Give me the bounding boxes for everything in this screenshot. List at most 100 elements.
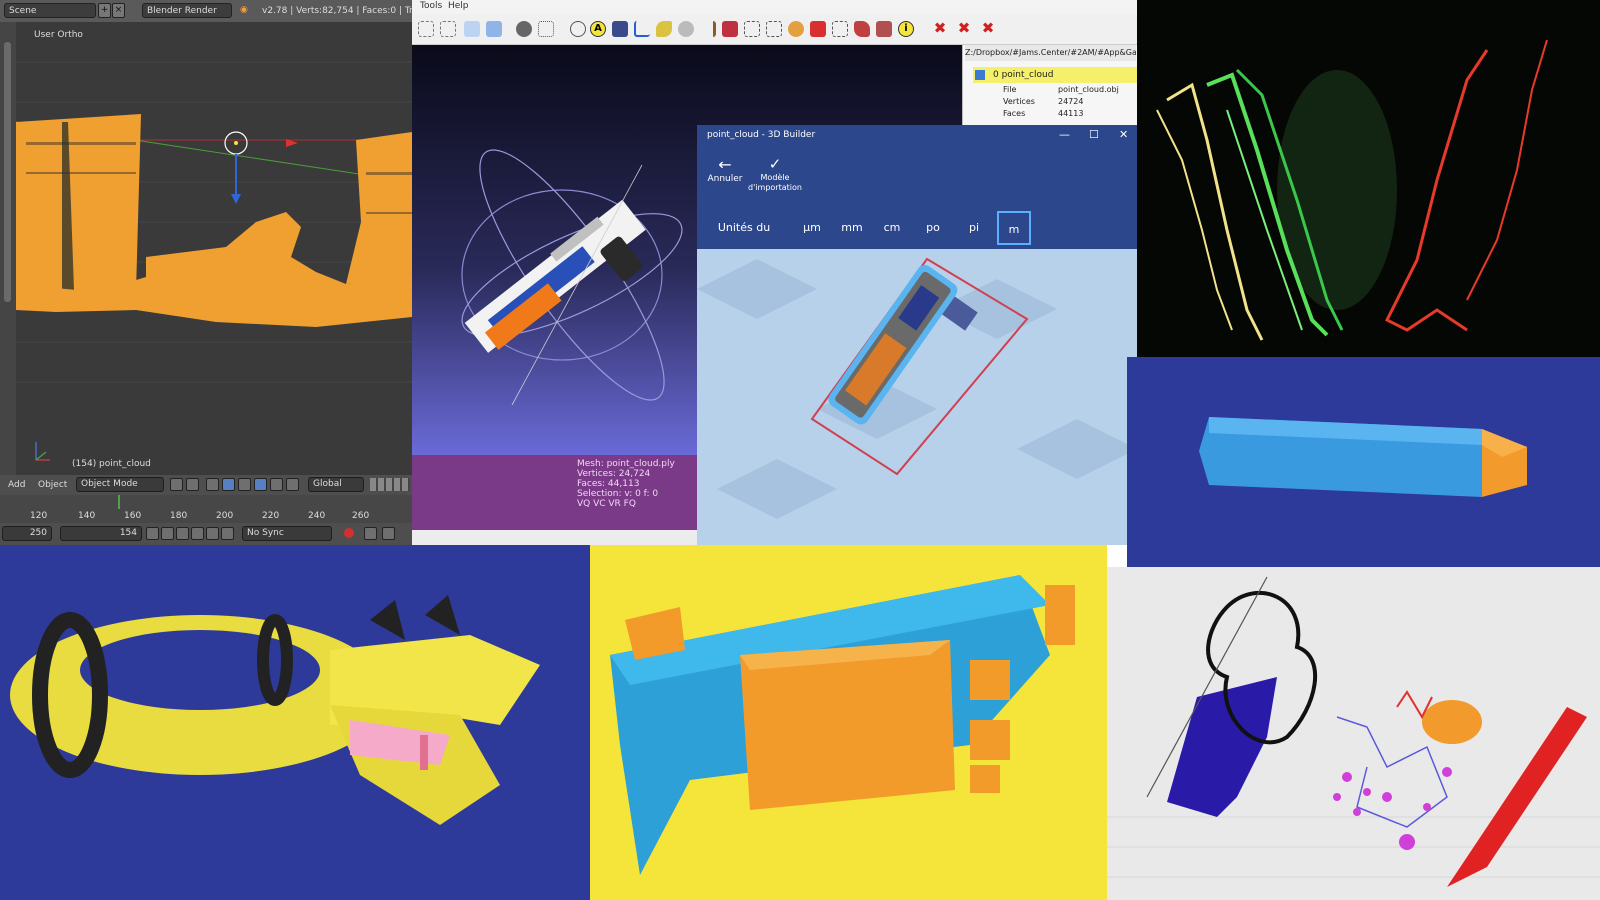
info-value: 24724 xyxy=(1058,97,1084,106)
layer-grid[interactable] xyxy=(370,478,410,491)
jump-start-icon[interactable] xyxy=(146,527,159,540)
sphere-icon[interactable] xyxy=(678,21,694,37)
unit-option-po[interactable]: po xyxy=(916,211,950,245)
play-icon[interactable] xyxy=(191,527,204,540)
vr-sketch xyxy=(1107,576,1600,887)
object-menu[interactable]: Object xyxy=(38,480,67,490)
annotation-icon[interactable]: A xyxy=(590,21,606,37)
delete-all-icon[interactable]: ✖ xyxy=(980,21,996,37)
add-menu[interactable]: Add xyxy=(8,480,25,490)
unit-option-pi[interactable]: pi xyxy=(957,211,991,245)
select-vertices-icon[interactable] xyxy=(440,21,456,37)
remove-scene-icon[interactable]: × xyxy=(112,3,125,18)
next-key-icon[interactable] xyxy=(206,527,219,540)
light-painting-photo xyxy=(1137,0,1600,357)
delete-vertices-icon[interactable]: ✖ xyxy=(956,21,972,37)
end-frame-field[interactable]: 250 xyxy=(2,526,52,541)
texture-icon[interactable] xyxy=(612,21,628,37)
minimize-icon[interactable]: — xyxy=(1059,128,1070,141)
pivot-icon[interactable] xyxy=(186,478,199,491)
status-line: Selection: v: 0 f: 0 xyxy=(577,489,659,499)
measure-icon[interactable] xyxy=(634,21,650,37)
tools-menu[interactable]: Tools xyxy=(420,1,442,11)
ruler-label: 120 xyxy=(30,511,48,521)
add-scene-icon[interactable]: + xyxy=(98,3,111,18)
colorize-icon[interactable] xyxy=(722,21,738,37)
trackball-icon[interactable] xyxy=(570,21,586,37)
blender-logo-icon: ◉ xyxy=(240,5,248,15)
scene-field[interactable]: Scene xyxy=(4,3,96,18)
segment-icon[interactable] xyxy=(876,21,892,37)
layer-icon[interactable] xyxy=(286,478,299,491)
info-value: 44113 xyxy=(1058,109,1084,118)
unit-option-m[interactable]: m xyxy=(997,211,1031,245)
scale-icon[interactable] xyxy=(270,478,283,491)
info-row: File point_cloud.obj xyxy=(973,85,1137,97)
ruler-label: 160 xyxy=(124,511,142,521)
cancel-button[interactable]: ← Annuler xyxy=(705,155,745,203)
orientation-icon[interactable] xyxy=(206,478,219,491)
translate-icon[interactable] xyxy=(238,478,251,491)
mode-label: Object Mode xyxy=(81,479,138,489)
help-menu[interactable]: Help xyxy=(448,1,469,11)
edit-selection-icon[interactable] xyxy=(832,21,848,37)
record-icon[interactable] xyxy=(344,528,354,538)
align-icon[interactable] xyxy=(788,21,804,37)
unit-option-um[interactable]: µm xyxy=(795,211,829,245)
3d-viewport[interactable]: User Ortho (154) point_cloud xyxy=(0,22,412,475)
layer-item[interactable]: 0 point_cloud xyxy=(973,67,1137,83)
blaster-model-scene xyxy=(590,545,1107,900)
window-title: point_cloud - 3D Builder xyxy=(707,130,816,140)
timeline-cursor[interactable] xyxy=(118,495,120,509)
paint-icon[interactable] xyxy=(656,21,672,37)
unit-option-mm[interactable]: mm xyxy=(835,211,869,245)
render-engine-select[interactable]: Blender Render xyxy=(142,3,232,18)
layer-info: File point_cloud.obj Vertices 24724 Faces 4… xyxy=(973,85,1137,121)
import-model-button[interactable]: ✓ Modèle d'importation xyxy=(747,155,803,203)
visibility-icon[interactable] xyxy=(975,70,985,80)
points-render-icon[interactable] xyxy=(516,21,532,37)
meshlab-toolbar: A i ✖ ✖ ✖ xyxy=(412,14,1137,45)
3d-builder-window: point_cloud - 3D Builder — ☐ ✕ ← Annuler… xyxy=(697,125,1137,545)
keyframe-icon[interactable] xyxy=(382,527,395,540)
select-connected-icon[interactable] xyxy=(744,21,760,37)
keying-icon[interactable] xyxy=(364,527,377,540)
shading-icon[interactable] xyxy=(170,478,183,491)
manipulator-icon[interactable] xyxy=(854,21,870,37)
delete-faces-icon[interactable]: ✖ xyxy=(932,21,948,37)
title-bar: point_cloud - 3D Builder — ☐ ✕ xyxy=(697,125,1137,147)
close-icon[interactable]: ✕ xyxy=(1119,128,1128,141)
light-trails xyxy=(1156,39,1548,341)
toolbar-scrollbar[interactable] xyxy=(4,42,11,302)
info-key: File xyxy=(1003,85,1017,94)
raster-icon[interactable] xyxy=(486,21,502,37)
toolbar-strip[interactable] xyxy=(0,22,16,475)
blender-window: Scene + × Blender Render ◉ v2.78 | Verts… xyxy=(0,0,412,545)
info-row: Faces 44113 xyxy=(973,109,1137,121)
info-icon[interactable]: i xyxy=(898,21,914,37)
manipulator-icon[interactable] xyxy=(222,478,235,491)
prev-key-icon[interactable] xyxy=(161,527,174,540)
play-reverse-icon[interactable] xyxy=(176,527,189,540)
maximize-icon[interactable]: ☐ xyxy=(1089,128,1099,141)
rotate-icon[interactable] xyxy=(254,478,267,491)
mode-select[interactable]: Object Mode xyxy=(76,477,164,492)
builder-viewport[interactable] xyxy=(697,249,1137,545)
sync-select[interactable]: No Sync xyxy=(242,526,332,541)
active-object-label: (154) point_cloud xyxy=(72,459,151,469)
orientation-label: Global xyxy=(313,479,342,489)
unit-option-cm[interactable]: cm xyxy=(875,211,909,245)
ruler-label: 140 xyxy=(78,511,96,521)
timeline[interactable]: 120 140 160 180 200 220 240 260 xyxy=(0,495,412,523)
select-region-icon[interactable] xyxy=(766,21,782,37)
pick-points-icon[interactable] xyxy=(810,21,826,37)
brush-icon[interactable] xyxy=(700,21,716,37)
select-faces-icon[interactable] xyxy=(418,21,434,37)
ruler-label: 220 xyxy=(262,511,280,521)
wireframe-icon[interactable] xyxy=(538,21,554,37)
dart-model xyxy=(1199,417,1527,497)
layer-dialog-icon[interactable] xyxy=(464,21,480,37)
current-frame-field[interactable]: 154 xyxy=(60,526,142,541)
jump-end-icon[interactable] xyxy=(221,527,234,540)
transform-orientation-select[interactable]: Global xyxy=(308,477,364,492)
